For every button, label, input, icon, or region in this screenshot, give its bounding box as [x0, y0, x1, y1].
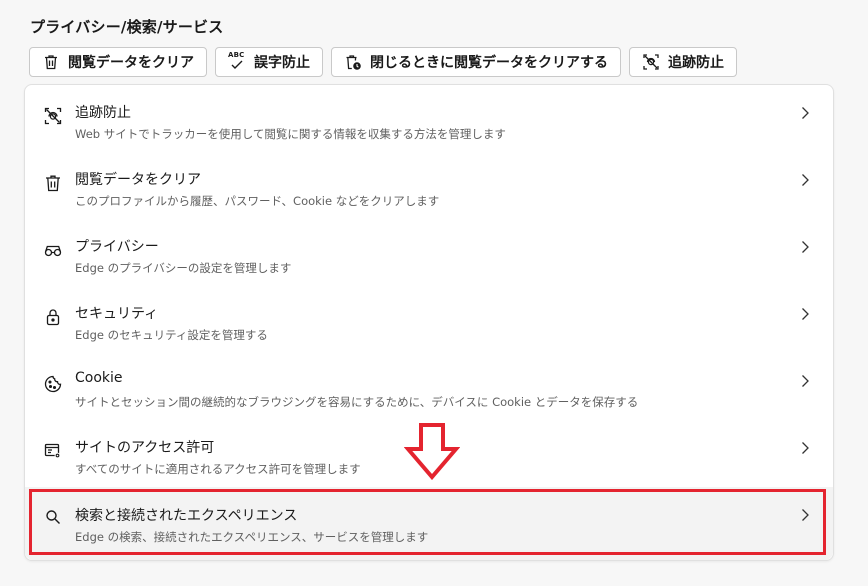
- settings-item-description: サイトとセッション間の継続的なブラウジングを容易にするために、デバイスに Coo…: [75, 395, 639, 409]
- clear-on-close-label: 閉じるときに閲覧データをクリアする: [370, 55, 608, 71]
- settings-item-description: すべてのサイトに適用されるアクセス許可を管理します: [75, 462, 361, 476]
- trash-icon: [43, 173, 63, 193]
- chevron-right-icon: [802, 308, 809, 320]
- chevron-right-icon: [802, 375, 809, 387]
- glasses-icon: [43, 240, 63, 260]
- lock-icon: [43, 307, 63, 327]
- page-title: プライバシー/検索/サービス: [30, 18, 224, 36]
- tracking-prevention-icon: [642, 53, 660, 71]
- settings-item-clear-browsing-data[interactable]: 閲覧データをクリア このプロファイルから履歴、パスワード、Cookie などをク…: [25, 152, 833, 219]
- tracking-prevention-label: 追跡防止: [668, 55, 724, 71]
- settings-item-title: 閲覧データをクリア: [75, 172, 201, 188]
- quick-actions-bar: 閲覧データをクリア ABC 誤字防止 閉じるときに閲覧データをクリアする 追跡防…: [29, 47, 737, 77]
- settings-item-title: サイトのアクセス許可: [75, 440, 215, 456]
- settings-item-tracking-prevention[interactable]: 追跡防止 Web サイトでトラッカーを使用して閲覧に関する情報を収集する方法を管…: [25, 85, 833, 152]
- chevron-right-icon: [802, 107, 809, 119]
- settings-item-privacy[interactable]: プライバシー Edge のプライバシーの設定を管理します: [25, 219, 833, 286]
- annotation-down-arrow-icon: [404, 423, 460, 480]
- spellcheck-button[interactable]: ABC 誤字防止: [215, 47, 323, 77]
- chevron-right-icon: [802, 442, 809, 454]
- settings-item-title: 追跡防止: [75, 105, 131, 121]
- settings-item-title: Cookie: [75, 370, 123, 386]
- chevron-right-icon: [802, 174, 809, 186]
- settings-item-cookie[interactable]: Cookie サイトとセッション間の継続的なブラウジングを容易にするために、デバ…: [25, 353, 833, 420]
- tracking-prevention-icon: [43, 106, 63, 126]
- cookie-icon: [43, 374, 63, 394]
- trash-clock-icon: [344, 53, 362, 71]
- settings-item-description: このプロファイルから履歴、パスワード、Cookie などをクリアします: [75, 194, 440, 208]
- clear-browsing-data-button[interactable]: 閲覧データをクリア: [29, 47, 207, 77]
- settings-item-title: セキュリティ: [75, 306, 159, 322]
- tracking-prevention-button[interactable]: 追跡防止: [629, 47, 737, 77]
- spellcheck-icon: ABC: [228, 51, 246, 71]
- settings-item-description: Edge のセキュリティ設定を管理する: [75, 328, 268, 342]
- clear-on-close-button[interactable]: 閉じるときに閲覧データをクリアする: [331, 47, 621, 77]
- trash-icon: [42, 53, 60, 71]
- settings-item-security[interactable]: セキュリティ Edge のセキュリティ設定を管理する: [25, 286, 833, 353]
- clear-browsing-data-label: 閲覧データをクリア: [68, 55, 194, 71]
- settings-item-description: Web サイトでトラッカーを使用して閲覧に関する情報を収集する方法を管理します: [75, 127, 506, 141]
- spellcheck-label: 誤字防止: [254, 55, 310, 71]
- site-permissions-icon: [43, 441, 63, 461]
- annotation-highlight-box: [29, 489, 826, 555]
- settings-item-description: Edge のプライバシーの設定を管理します: [75, 261, 292, 275]
- settings-item-title: プライバシー: [75, 239, 159, 255]
- chevron-right-icon: [802, 241, 809, 253]
